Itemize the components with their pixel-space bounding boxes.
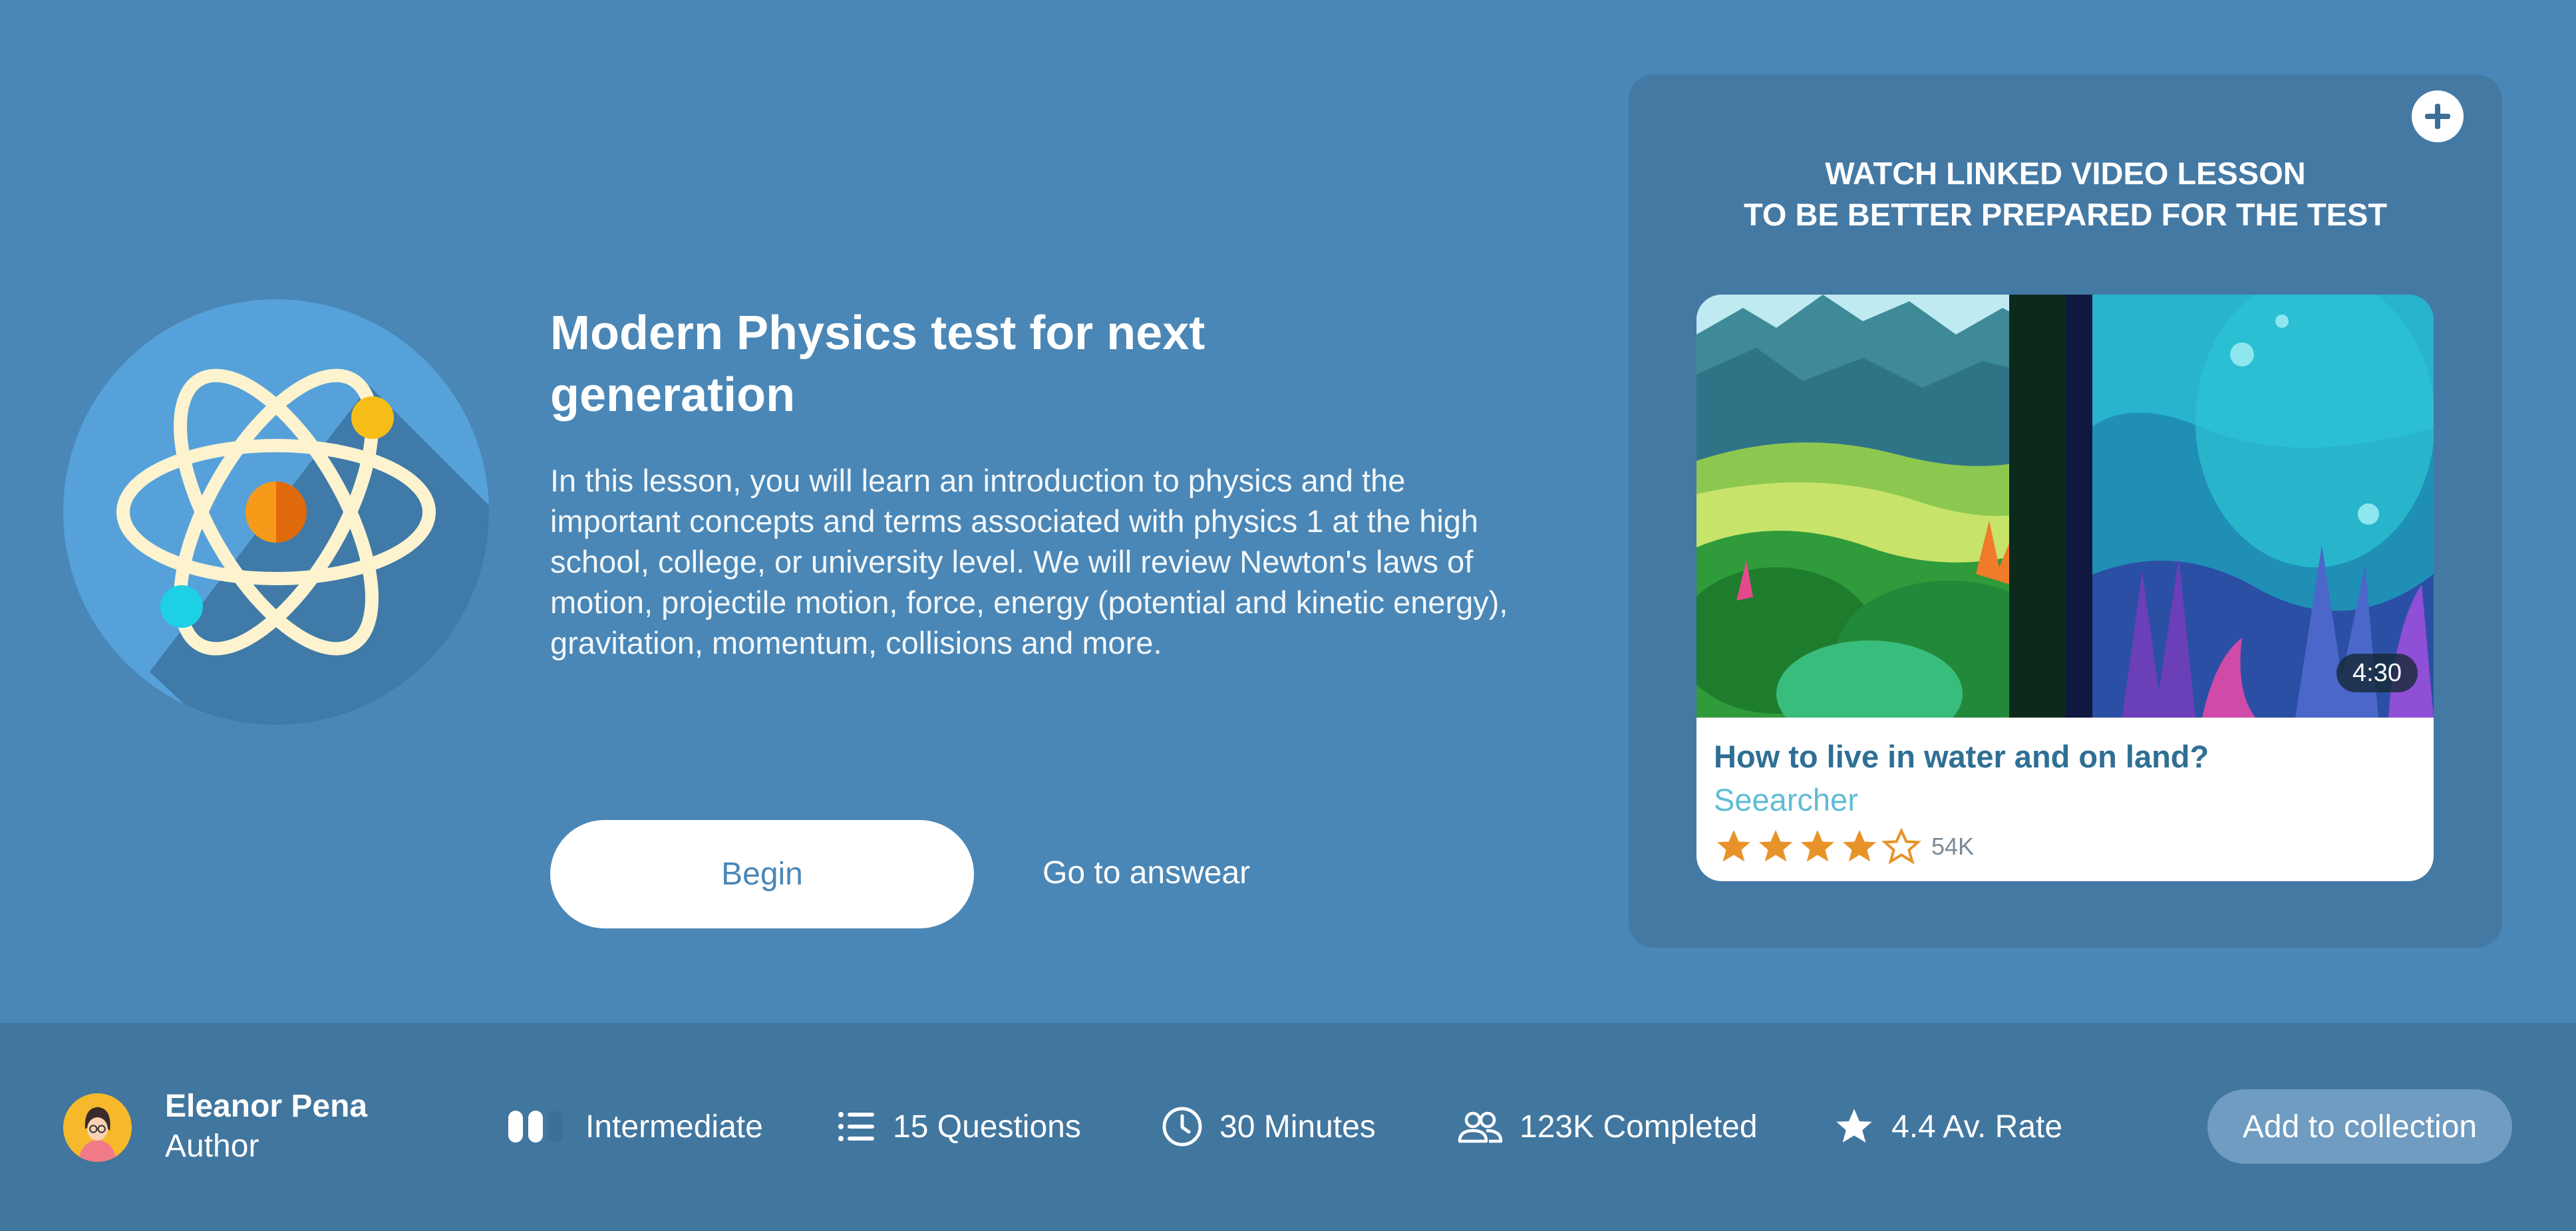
- video-author[interactable]: Seearcher: [1714, 781, 1858, 819]
- level-meta: Intermediate: [506, 1103, 763, 1151]
- test-card: Modern Physics test for next generation …: [0, 0, 2576, 1231]
- star-filled-icon: [1843, 830, 1876, 862]
- level-label: Intermediate: [585, 1109, 763, 1145]
- atom-icon: [63, 299, 489, 725]
- users-icon: [1458, 1111, 1503, 1143]
- lesson-title: Modern Physics test for next generation: [550, 307, 1206, 422]
- video-rating-count: 54K: [1931, 833, 1975, 860]
- completed-label: 123K Completed: [1520, 1109, 1758, 1145]
- star-icon: [1836, 1109, 1872, 1143]
- plus-icon[interactable]: [2412, 90, 2464, 142]
- clock-icon: [1162, 1107, 1202, 1147]
- video-panel-heading-line2: TO BE BETTER PREPARED FOR THE TEST: [1743, 197, 2388, 232]
- star-outline-icon: [1881, 827, 1921, 865]
- footer-bar: Eleanor Pena Author Intermediate 15 Ques…: [0, 1023, 2576, 1231]
- author-name[interactable]: Eleanor Pena: [165, 1087, 367, 1127]
- star-filled-icon: [1759, 830, 1792, 862]
- video-duration-badge: 4:30: [2336, 654, 2418, 692]
- star-filled-icon: [1717, 830, 1750, 862]
- list-icon: [838, 1112, 874, 1141]
- lesson-description: In this lesson, you will learn an introd…: [550, 463, 1508, 660]
- video-panel-heading-line1: WATCH LINKED VIDEO LESSON: [1825, 156, 2306, 191]
- questions-meta: 15 Questions: [837, 1103, 1081, 1151]
- star-filled-icon: [1801, 830, 1834, 862]
- video-thumbnail[interactable]: 4:30: [1696, 295, 2434, 718]
- begin-button[interactable]: Begin: [550, 820, 974, 928]
- questions-label: 15 Questions: [893, 1109, 1081, 1145]
- add-to-collection-button[interactable]: Add to collection: [2207, 1089, 2512, 1164]
- avatar: [63, 1093, 132, 1162]
- duration-meta: 30 Minutes: [1161, 1103, 1376, 1151]
- duration-label: 30 Minutes: [1219, 1109, 1376, 1145]
- video-card[interactable]: 4:30 How to live in water and on land? S…: [1696, 295, 2434, 881]
- video-rating: 54K: [1714, 827, 1974, 867]
- author-role: Author: [165, 1129, 259, 1164]
- video-title[interactable]: How to live in water and on land?: [1714, 738, 2209, 776]
- rate-label: 4.4 Av. Rate: [1891, 1109, 2063, 1145]
- level-bars-icon: [508, 1111, 563, 1143]
- go-to-answer-link[interactable]: Go to answear: [1043, 853, 1250, 893]
- completed-meta: 123K Completed: [1457, 1103, 1758, 1151]
- video-panel-heading: WATCH LINKED VIDEO LESSON TO BE BETTER P…: [1629, 153, 2502, 235]
- linked-video-panel: WATCH LINKED VIDEO LESSON TO BE BETTER P…: [1629, 74, 2502, 948]
- rate-meta: 4.4 Av. Rate: [1833, 1103, 2062, 1151]
